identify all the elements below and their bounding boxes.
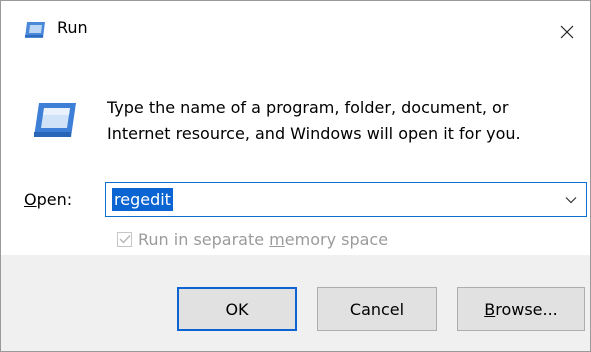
run-dialog: Run Type the name of a program, folder, … xyxy=(0,0,591,352)
browse-button[interactable]: Browse... xyxy=(457,287,585,331)
window-title: Run xyxy=(57,18,88,37)
open-label: Open: xyxy=(24,190,72,209)
ok-button[interactable]: OK xyxy=(177,287,297,331)
dropdown-button[interactable] xyxy=(556,183,586,216)
separate-memory-checkbox xyxy=(117,231,132,247)
instruction-line: Internet resource, and Windows will open… xyxy=(107,124,521,143)
browse-label: rowse... xyxy=(495,299,558,319)
cancel-button[interactable]: Cancel xyxy=(317,287,437,331)
title-bar[interactable]: Run xyxy=(1,1,590,63)
label-accelerator: m xyxy=(269,229,285,249)
run-icon xyxy=(30,101,80,141)
open-label-accelerator: O xyxy=(24,190,37,209)
instruction-line: Type the name of a program, folder, docu… xyxy=(107,98,509,117)
open-label-text: pen: xyxy=(36,190,73,209)
run-icon xyxy=(23,21,47,39)
chevron-down-icon xyxy=(565,196,577,203)
label-part: Run in separate xyxy=(138,229,270,249)
close-icon xyxy=(560,25,574,39)
separate-memory-option: Run in separate memory space xyxy=(117,228,388,250)
checkmark-icon xyxy=(119,235,131,244)
instruction-text: Type the name of a program, folder, docu… xyxy=(107,95,577,147)
label-part: emory space xyxy=(284,229,389,249)
close-button[interactable] xyxy=(544,1,590,63)
separate-memory-label: Run in separate memory space xyxy=(138,230,388,249)
open-input[interactable]: regedit xyxy=(112,188,173,211)
browse-accelerator: B xyxy=(484,299,496,319)
open-combobox[interactable]: regedit xyxy=(105,182,587,217)
